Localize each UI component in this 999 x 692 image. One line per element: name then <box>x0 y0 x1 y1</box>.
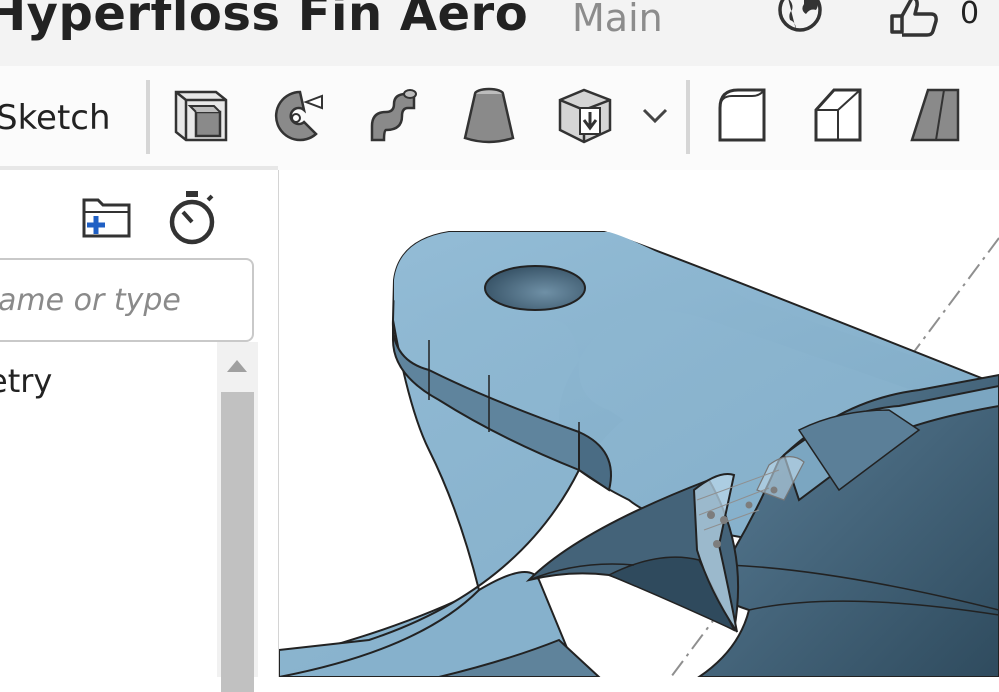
sketch-button[interactable]: Sketch <box>0 98 111 138</box>
revolve-icon[interactable] <box>266 84 328 146</box>
branch-label[interactable]: Main <box>572 0 663 40</box>
feature-list-panel: etry <box>0 170 279 692</box>
globe-icon[interactable] <box>770 0 830 40</box>
add-folder-icon[interactable] <box>78 194 136 242</box>
feature-search-input[interactable] <box>0 274 240 326</box>
fillet-icon[interactable] <box>712 84 774 146</box>
scroll-up-arrow-icon[interactable] <box>217 342 258 386</box>
timer-icon[interactable] <box>164 188 220 246</box>
list-item[interactable]: etry <box>0 362 52 400</box>
toolbar-divider <box>686 80 690 154</box>
title-bar: Hyperfloss Fin Aero Main 0 <box>0 0 999 66</box>
part-model[interactable] <box>279 170 999 677</box>
toolbar-divider <box>146 80 150 154</box>
draft-icon[interactable] <box>904 84 966 146</box>
chevron-down-icon[interactable] <box>638 102 672 128</box>
sweep-icon[interactable] <box>362 84 424 146</box>
like-thumb-icon[interactable] <box>884 0 944 40</box>
thicken-icon[interactable] <box>554 84 616 146</box>
feature-search-box[interactable] <box>0 258 254 342</box>
extrude-icon[interactable] <box>170 84 232 146</box>
feature-toolbar: Sketch <box>0 66 999 170</box>
loft-icon[interactable] <box>458 84 520 146</box>
scrollbar[interactable] <box>217 342 258 692</box>
document-title[interactable]: Hyperfloss Fin Aero <box>0 0 528 42</box>
like-count: 0 <box>960 0 980 31</box>
3d-viewport[interactable] <box>279 170 999 677</box>
chamfer-icon[interactable] <box>808 84 870 146</box>
scrollbar-thumb[interactable] <box>221 392 254 692</box>
